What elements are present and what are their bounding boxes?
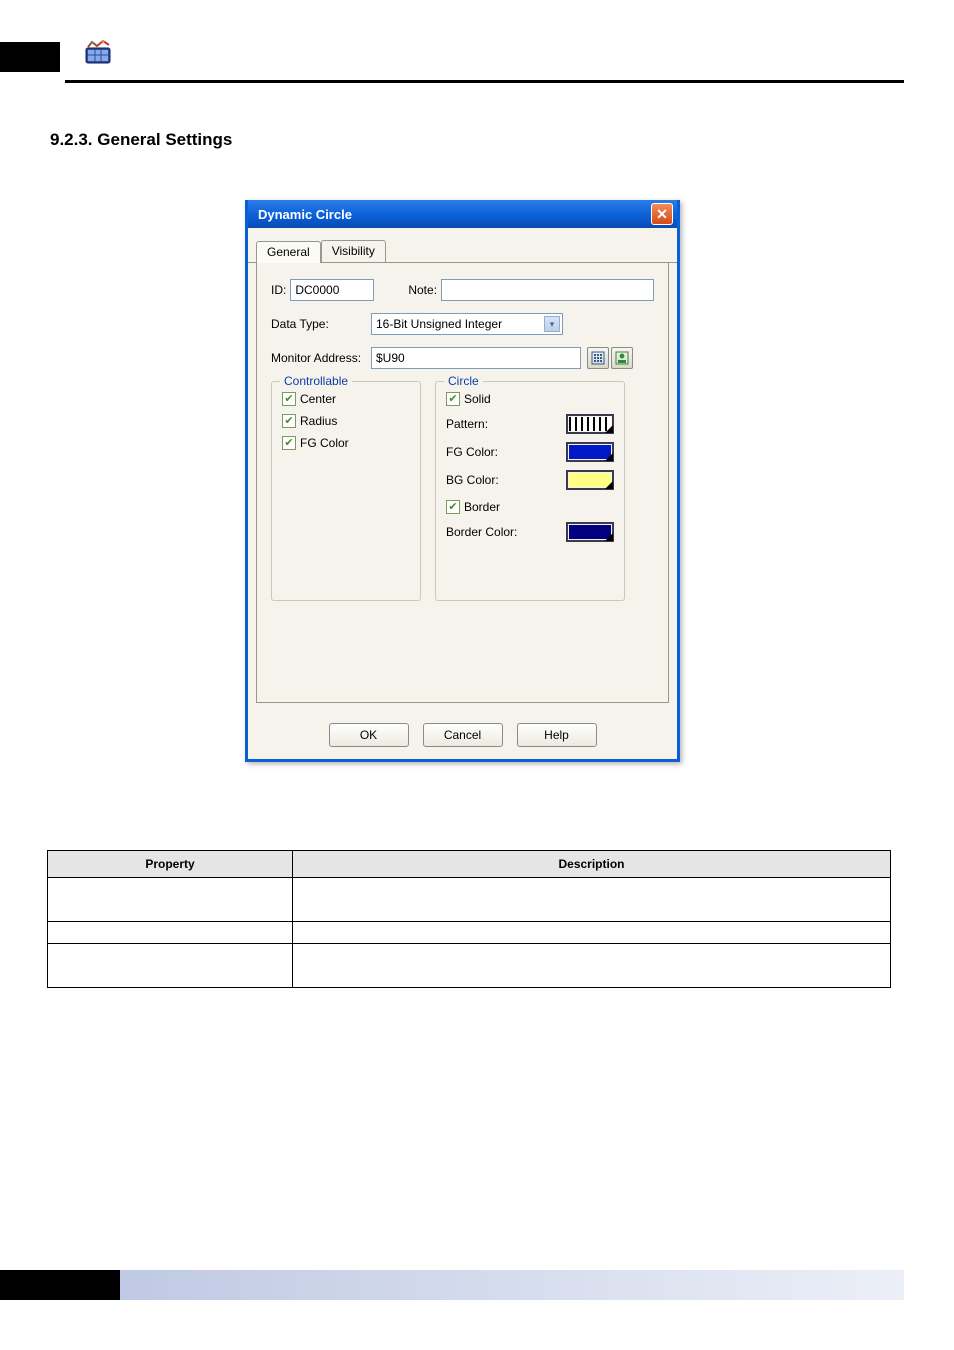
dialog-button-row: OK Cancel Help <box>248 713 677 759</box>
property-table: Property Description <box>47 850 891 988</box>
ok-button[interactable]: OK <box>329 723 409 747</box>
close-icon[interactable]: ✕ <box>651 203 673 225</box>
checkmark-icon: ✔ <box>282 392 296 406</box>
solid-checkbox[interactable]: ✔ Solid <box>446 392 614 406</box>
monitor-address-label: Monitor Address: <box>271 351 371 365</box>
tab-content: ID: Note: Data Type: 16-Bit Unsigned Int… <box>256 263 669 703</box>
section-heading: 9.2.3. General Settings <box>50 130 232 150</box>
bg-color-picker[interactable] <box>566 470 614 490</box>
dynamic-circle-dialog: Dynamic Circle ✕ General Visibility ID: … <box>245 200 680 762</box>
tab-strip: General Visibility <box>248 232 677 263</box>
fg-color-checkbox[interactable]: ✔ FG Color <box>282 436 410 450</box>
circle-legend: Circle <box>444 374 483 388</box>
checkmark-icon: ✔ <box>282 414 296 428</box>
radius-checkbox[interactable]: ✔ Radius <box>282 414 410 428</box>
table-row <box>48 878 891 922</box>
center-checkbox[interactable]: ✔ Center <box>282 392 410 406</box>
data-type-select[interactable]: 16-Bit Unsigned Integer ▾ <box>371 313 563 335</box>
id-field[interactable] <box>290 279 374 301</box>
id-label: ID: <box>271 283 286 297</box>
controllable-legend: Controllable <box>280 374 352 388</box>
border-checkbox[interactable]: ✔ Border <box>446 500 614 514</box>
fg-color-label: FG Color: <box>446 445 498 459</box>
pattern-label: Pattern: <box>446 417 488 431</box>
titlebar[interactable]: Dynamic Circle ✕ <box>248 200 677 228</box>
page-footer <box>0 1270 954 1300</box>
col-description: Description <box>293 851 891 878</box>
table-row <box>48 922 891 944</box>
bg-color-label: BG Color: <box>446 473 499 487</box>
data-type-value: 16-Bit Unsigned Integer <box>376 317 502 331</box>
data-type-label: Data Type: <box>271 317 371 331</box>
tab-general[interactable]: General <box>256 241 321 263</box>
cancel-button[interactable]: Cancel <box>423 723 503 747</box>
note-label: Note: <box>408 283 437 297</box>
monitor-address-field[interactable] <box>371 347 581 369</box>
dialog-title: Dynamic Circle <box>258 207 352 222</box>
tag-picker-icon[interactable] <box>611 347 633 369</box>
tab-visibility[interactable]: Visibility <box>321 240 386 262</box>
border-color-label: Border Color: <box>446 525 517 539</box>
header-divider <box>65 80 904 83</box>
table-row <box>48 944 891 988</box>
header-black-block <box>0 42 60 72</box>
checkmark-icon: ✔ <box>446 392 460 406</box>
checkmark-icon: ✔ <box>282 436 296 450</box>
note-field[interactable] <box>441 279 654 301</box>
col-property: Property <box>48 851 293 878</box>
app-icon <box>85 40 111 64</box>
border-color-picker[interactable] <box>566 522 614 542</box>
chevron-down-icon: ▾ <box>544 316 560 332</box>
help-button[interactable]: Help <box>517 723 597 747</box>
fg-color-picker[interactable] <box>566 442 614 462</box>
checkmark-icon: ✔ <box>446 500 460 514</box>
pattern-picker[interactable] <box>566 414 614 434</box>
keypad-icon[interactable] <box>587 347 609 369</box>
